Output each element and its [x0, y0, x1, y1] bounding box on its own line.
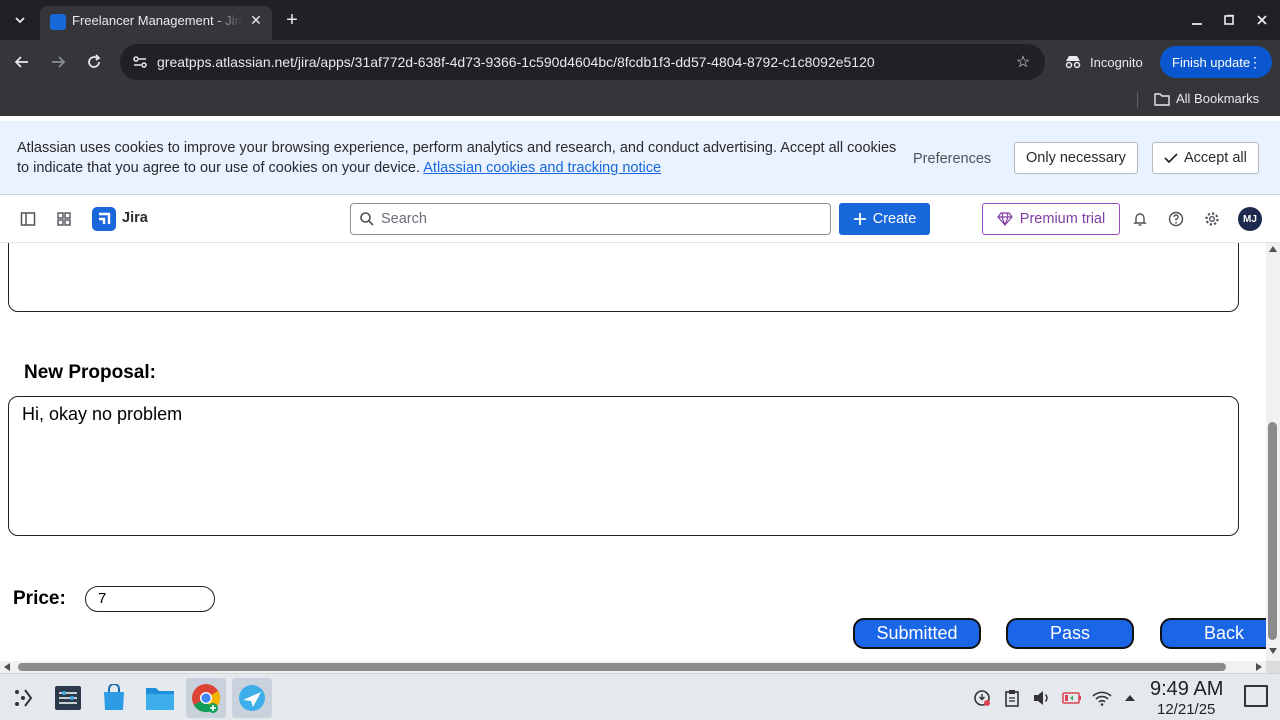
help-question-icon[interactable]: [1164, 207, 1188, 231]
new-tab-plus-icon[interactable]: +: [280, 8, 304, 32]
browser-toolbar: greatpps.atlassian.net/jira/apps/31af772…: [0, 40, 1280, 84]
clock-time[interactable]: 9:49 AM: [1150, 678, 1223, 701]
scroll-right-arrow-icon[interactable]: [1256, 663, 1262, 671]
incognito-icon: [1065, 56, 1081, 69]
back-arrow-icon[interactable]: [10, 50, 34, 74]
vertical-scroll-thumb[interactable]: [1268, 422, 1277, 640]
product-name[interactable]: Jira: [122, 210, 148, 226]
url-text[interactable]: greatpps.atlassian.net/jira/apps/31af772…: [157, 54, 875, 70]
accept-all-label: Accept all: [1184, 150, 1247, 166]
search-input[interactable]: [381, 204, 821, 234]
scroll-left-arrow-icon[interactable]: [4, 663, 10, 671]
file-manager-folder-icon[interactable]: [140, 678, 180, 718]
bookmarks-separator: [1137, 92, 1138, 108]
browser-tab-strip: Freelancer Management - Jira ✕ +: [0, 0, 1280, 40]
sidebar-toggle-icon[interactable]: [16, 207, 40, 231]
clipboard-icon[interactable]: [1002, 688, 1022, 708]
system-settings-app-icon[interactable]: [48, 678, 88, 718]
submitted-button[interactable]: Submitted: [853, 618, 981, 649]
price-input[interactable]: 7: [85, 586, 215, 612]
pass-button[interactable]: Pass: [1006, 618, 1134, 649]
notifications-bell-icon[interactable]: [1128, 207, 1152, 231]
finish-update-label: Finish update: [1172, 54, 1251, 70]
horizontal-scrollbar[interactable]: [0, 661, 1266, 673]
premium-trial-button[interactable]: Premium trial: [982, 203, 1120, 235]
scroll-up-arrow-icon[interactable]: [1269, 246, 1277, 252]
app-switcher-grid-icon[interactable]: [52, 207, 76, 231]
more-vertical-icon: ⋮: [1248, 54, 1262, 70]
maximize-window-icon[interactable]: [1217, 8, 1241, 32]
close-window-icon[interactable]: [1250, 8, 1274, 32]
jira-logo-icon[interactable]: [92, 207, 116, 231]
browser-tab-active[interactable]: Freelancer Management - Jira ✕: [40, 6, 272, 40]
address-bar[interactable]: greatpps.atlassian.net/jira/apps/31af772…: [120, 44, 1045, 80]
all-bookmarks-button[interactable]: All Bookmarks: [1154, 91, 1259, 106]
incognito-label: Incognito: [1090, 54, 1143, 70]
checkmark-icon: [1164, 153, 1178, 164]
incognito-indicator[interactable]: Incognito: [1056, 48, 1151, 76]
create-button[interactable]: Create: [839, 203, 930, 235]
vertical-scrollbar[interactable]: [1266, 243, 1280, 661]
site-settings-icon[interactable]: [130, 52, 150, 72]
show-desktop-icon[interactable]: [1244, 685, 1268, 707]
tray-expand-chevron-up-icon[interactable]: [1120, 688, 1140, 708]
app-content: New Proposal: Hi, okay no problem Price:…: [0, 243, 1266, 661]
finish-update-button[interactable]: Finish update ⋮: [1160, 46, 1272, 78]
back-button[interactable]: Back: [1160, 618, 1266, 649]
search-box[interactable]: [350, 203, 831, 235]
reload-icon[interactable]: [82, 50, 106, 74]
premium-trial-label: Premium trial: [1019, 211, 1106, 227]
scroll-down-arrow-icon[interactable]: [1269, 648, 1277, 654]
only-necessary-button[interactable]: Only necessary: [1014, 142, 1138, 174]
cookie-message: Atlassian uses cookies to improve your b…: [17, 138, 897, 178]
app-launcher-icon[interactable]: [3, 678, 43, 718]
create-label: Create: [872, 211, 917, 227]
diamond-icon: [997, 212, 1013, 226]
volume-speaker-icon[interactable]: [1032, 688, 1052, 708]
os-taskbar: 9:49 AM 12/21/25: [0, 673, 1280, 720]
cookie-banner: Atlassian uses cookies to improve your b…: [0, 121, 1280, 195]
close-tab-icon[interactable]: ✕: [246, 10, 266, 30]
tab-title: Freelancer Management - Jira: [72, 13, 242, 28]
scroll-corner: [1266, 661, 1280, 673]
search-icon: [360, 212, 374, 226]
cookie-notice-link[interactable]: Atlassian cookies and tracking notice: [423, 160, 661, 176]
settings-gear-icon[interactable]: [1200, 207, 1224, 231]
folder-icon: [1154, 92, 1170, 106]
price-label: Price:: [13, 588, 66, 609]
new-proposal-label: New Proposal:: [24, 362, 156, 383]
clock-date[interactable]: 12/21/25: [1157, 701, 1215, 718]
battery-icon[interactable]: [1062, 688, 1082, 708]
app-store-bag-icon[interactable]: [94, 678, 134, 718]
previous-text-area[interactable]: [8, 243, 1239, 312]
wifi-icon[interactable]: [1092, 688, 1112, 708]
jira-favicon-icon: [50, 14, 66, 30]
bookmarks-bar: All Bookmarks: [0, 84, 1280, 116]
network-app-icon[interactable]: [232, 678, 272, 718]
tab-search-chevron-down-icon[interactable]: [6, 6, 34, 34]
all-bookmarks-label: All Bookmarks: [1176, 91, 1260, 106]
minimize-window-icon[interactable]: [1185, 8, 1209, 32]
horizontal-scroll-thumb[interactable]: [18, 663, 1226, 671]
new-proposal-textarea[interactable]: Hi, okay no problem: [8, 396, 1239, 536]
user-avatar[interactable]: MJ: [1238, 207, 1262, 231]
forward-arrow-icon[interactable]: [46, 50, 70, 74]
plus-icon: [853, 213, 866, 225]
bookmark-star-icon[interactable]: ☆: [1013, 52, 1033, 72]
chrome-browser-icon[interactable]: [186, 678, 226, 718]
preferences-button[interactable]: Preferences: [906, 143, 998, 175]
updates-notifier-icon[interactable]: [972, 688, 992, 708]
jira-top-nav: Jira Create Premium trial MJ: [0, 195, 1280, 243]
accept-all-button[interactable]: Accept all: [1152, 142, 1259, 174]
